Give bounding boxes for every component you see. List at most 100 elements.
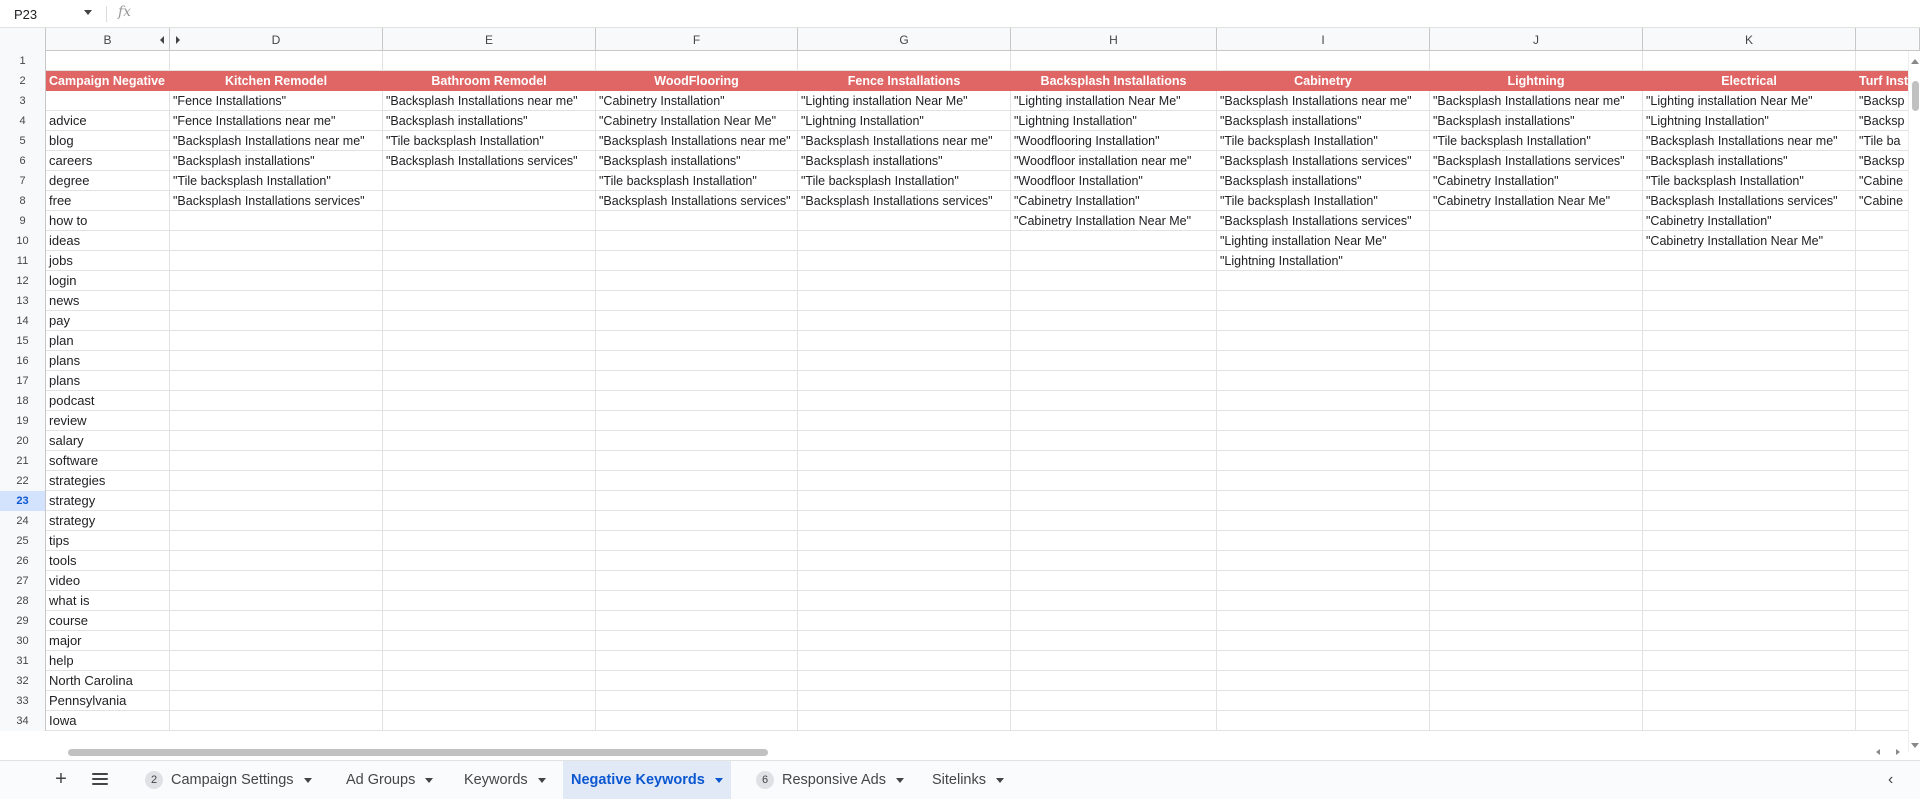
cell[interactable]: [1856, 351, 1908, 371]
cell[interactable]: [1643, 711, 1856, 731]
ad-group-negative-cell[interactable]: "Backsplash Installations near me": [1430, 91, 1643, 111]
cell[interactable]: [596, 211, 798, 231]
ad-group-negative-cell[interactable]: "Backsplash Installations near me": [596, 131, 798, 151]
cell[interactable]: [1011, 611, 1217, 631]
cell[interactable]: [1430, 711, 1643, 731]
header-cell[interactable]: Turf Inst: [1856, 71, 1908, 91]
cell[interactable]: [798, 271, 1011, 291]
cell[interactable]: [170, 551, 383, 571]
negative-keyword-cell[interactable]: free: [46, 191, 170, 211]
negative-keyword-cell[interactable]: strategy: [46, 491, 170, 511]
cell[interactable]: [596, 271, 798, 291]
ad-group-negative-cell[interactable]: "Cabinetry Installation": [1011, 191, 1217, 211]
negative-keyword-cell[interactable]: Pennsylvania: [46, 691, 170, 711]
cell[interactable]: [798, 451, 1011, 471]
cell[interactable]: [1856, 331, 1908, 351]
cell[interactable]: [798, 591, 1011, 611]
cell[interactable]: [1856, 691, 1908, 711]
cell[interactable]: [1011, 451, 1217, 471]
cell[interactable]: [1856, 431, 1908, 451]
cell[interactable]: [1011, 251, 1217, 271]
cell[interactable]: [1217, 631, 1430, 651]
cell[interactable]: [1430, 271, 1643, 291]
ad-group-negative-cell[interactable]: "Backsplash installations": [1643, 151, 1856, 171]
cell[interactable]: [170, 231, 383, 251]
ad-group-negative-cell[interactable]: "Lightning Installation": [1217, 251, 1430, 271]
cell[interactable]: [170, 531, 383, 551]
scroll-right-icon[interactable]: [1896, 749, 1900, 755]
column-header-i[interactable]: I: [1217, 28, 1430, 51]
ad-group-negative-cell[interactable]: "Backsplash installations": [170, 151, 383, 171]
cell[interactable]: [1011, 311, 1217, 331]
cell[interactable]: [1643, 691, 1856, 711]
cell[interactable]: [383, 531, 596, 551]
ad-group-negative-cell[interactable]: "Cabine: [1856, 191, 1908, 211]
row-header[interactable]: 5: [0, 131, 46, 151]
ad-group-negative-cell[interactable]: "Backsplash installations": [1430, 111, 1643, 131]
ad-group-negative-cell[interactable]: "Backsplash Installations near me": [1643, 131, 1856, 151]
negative-keyword-cell[interactable]: review: [46, 411, 170, 431]
column-header-h[interactable]: H: [1011, 28, 1217, 51]
column-header-j[interactable]: J: [1430, 28, 1643, 51]
row-header[interactable]: 10: [0, 231, 46, 251]
negative-keyword-cell[interactable]: [46, 91, 170, 111]
negative-keyword-cell[interactable]: plan: [46, 331, 170, 351]
ad-group-negative-cell[interactable]: "Lighting installation Near Me": [798, 91, 1011, 111]
cell[interactable]: [1430, 691, 1643, 711]
cell[interactable]: [1643, 551, 1856, 571]
cell[interactable]: [1430, 371, 1643, 391]
cell[interactable]: [170, 651, 383, 671]
ad-group-negative-cell[interactable]: "Backsplash installations": [798, 151, 1011, 171]
row-header[interactable]: 1: [0, 51, 46, 71]
cell[interactable]: [1217, 351, 1430, 371]
cell[interactable]: [1643, 371, 1856, 391]
cell[interactable]: [1011, 471, 1217, 491]
row-header[interactable]: 29: [0, 611, 46, 631]
cell[interactable]: [170, 211, 383, 231]
cell[interactable]: [798, 691, 1011, 711]
cell[interactable]: [170, 491, 383, 511]
column-header-e[interactable]: E: [383, 28, 596, 51]
header-cell[interactable]: Electrical: [1643, 71, 1856, 91]
cell[interactable]: [1856, 511, 1908, 531]
negative-keyword-cell[interactable]: plans: [46, 371, 170, 391]
cell[interactable]: [170, 631, 383, 651]
cell[interactable]: [1856, 211, 1908, 231]
cell[interactable]: [1856, 631, 1908, 651]
cell[interactable]: [596, 291, 798, 311]
cell[interactable]: [383, 211, 596, 231]
cell[interactable]: [1011, 331, 1217, 351]
row-header[interactable]: 17: [0, 371, 46, 391]
cell[interactable]: [596, 671, 798, 691]
horizontal-scrollbar[interactable]: [0, 747, 1920, 757]
cell[interactable]: [383, 351, 596, 371]
cell[interactable]: [170, 671, 383, 691]
cell[interactable]: [170, 411, 383, 431]
cell[interactable]: [1856, 711, 1908, 731]
cell[interactable]: [1856, 471, 1908, 491]
cell[interactable]: [383, 651, 596, 671]
cell[interactable]: [798, 331, 1011, 351]
cell[interactable]: [383, 291, 596, 311]
row-header[interactable]: 34: [0, 711, 46, 731]
cell[interactable]: [1430, 51, 1643, 71]
cell[interactable]: [383, 551, 596, 571]
cell[interactable]: [1643, 351, 1856, 371]
ad-group-negative-cell[interactable]: "Cabinetry Installation Near Me": [1643, 231, 1856, 251]
sheet-tab-negative-keywords[interactable]: Negative Keywords: [563, 761, 731, 799]
ad-group-negative-cell[interactable]: "Tile backsplash Installation": [1643, 171, 1856, 191]
cell[interactable]: [1856, 251, 1908, 271]
cell[interactable]: [798, 651, 1011, 671]
cell[interactable]: [170, 591, 383, 611]
cell[interactable]: [1011, 371, 1217, 391]
cell[interactable]: [1856, 411, 1908, 431]
ad-group-negative-cell[interactable]: "Backsplash Installations services": [798, 191, 1011, 211]
cell[interactable]: [1430, 631, 1643, 651]
cell[interactable]: [383, 191, 596, 211]
cell[interactable]: [596, 471, 798, 491]
ad-group-negative-cell[interactable]: "Backsplash Installations services": [1430, 151, 1643, 171]
row-header[interactable]: 9: [0, 211, 46, 231]
cell[interactable]: [798, 611, 1011, 631]
cell[interactable]: [383, 711, 596, 731]
ad-group-negative-cell[interactable]: "Backsplash installations": [1217, 111, 1430, 131]
